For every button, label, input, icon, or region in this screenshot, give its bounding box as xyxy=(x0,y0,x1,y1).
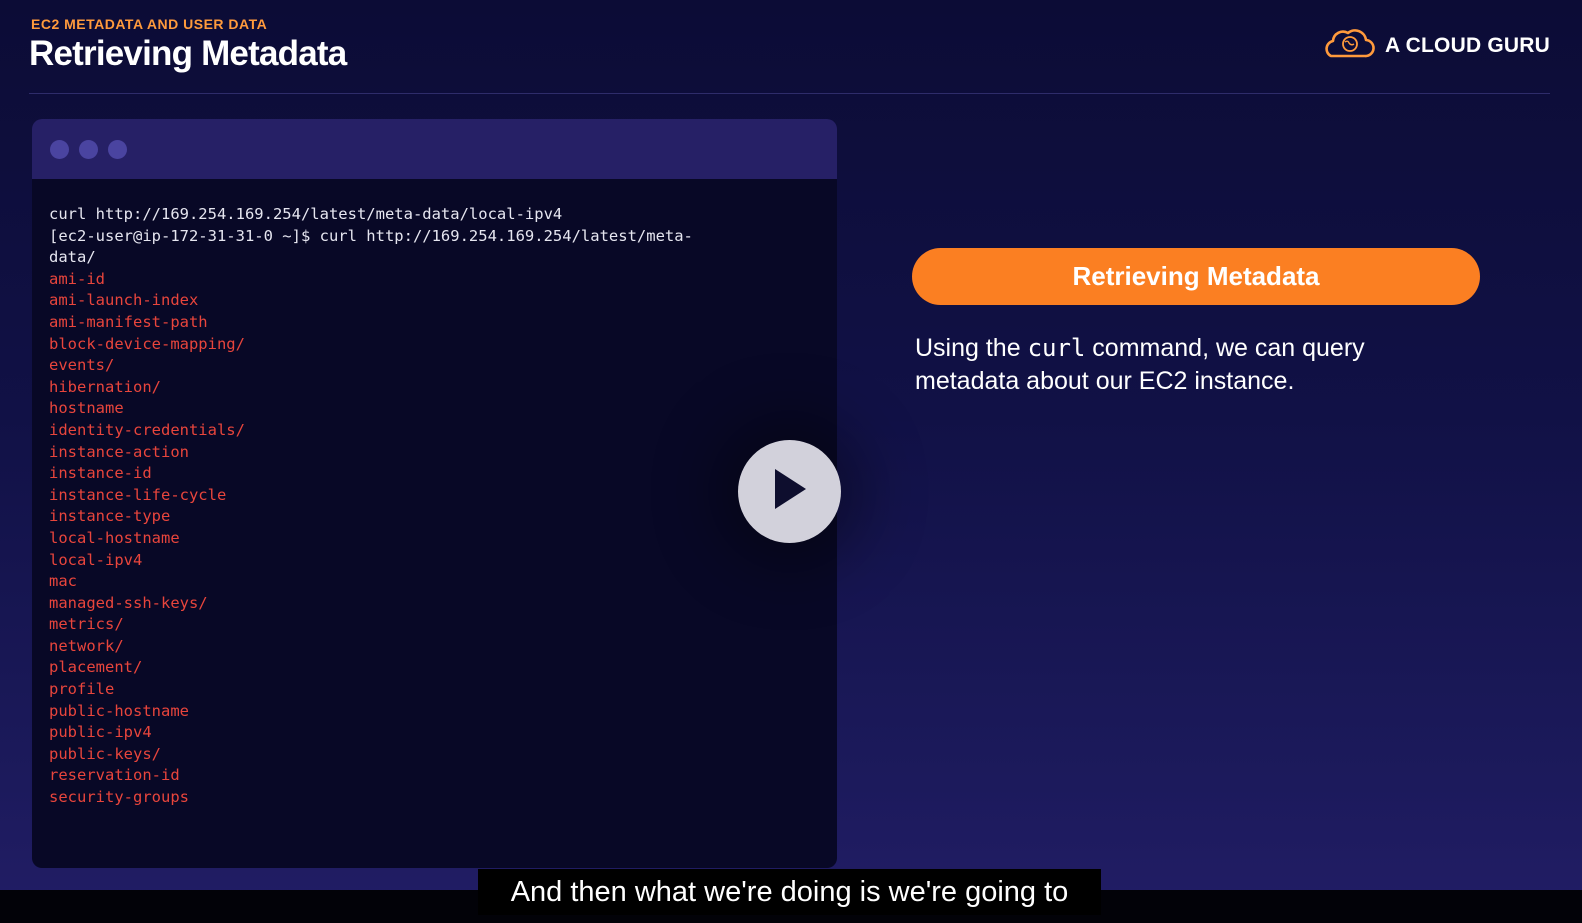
terminal-output-line: instance-type xyxy=(49,507,171,526)
terminal-output-line: network/ xyxy=(49,636,124,655)
section-pill: Retrieving Metadata xyxy=(912,248,1480,305)
cloud-logo-icon xyxy=(1321,26,1375,65)
subtitle-text: And then what we're doing is we're going… xyxy=(510,875,1069,908)
terminal-output-line: hostname xyxy=(49,399,124,418)
terminal-command-line: data/ xyxy=(49,248,96,267)
terminal-output-line: events/ xyxy=(49,356,115,375)
terminal-output-line: security-groups xyxy=(49,788,189,807)
section-pill-label: Retrieving Metadata xyxy=(1072,261,1320,291)
desc-code: curl xyxy=(1027,334,1086,362)
terminal-command-line: [ec2-user@ip-172-31-31-0 ~]$ curl http:/… xyxy=(49,226,693,245)
terminal-output-line: ami-launch-index xyxy=(49,291,199,310)
play-icon xyxy=(771,466,809,517)
terminal-output-line: hibernation/ xyxy=(49,377,161,396)
subtitle-caption: And then what we're doing is we're going… xyxy=(478,869,1101,915)
terminal-window: curl http://169.254.169.254/latest/meta-… xyxy=(32,119,837,868)
window-dot-icon xyxy=(50,139,69,159)
terminal-output-line: public-hostname xyxy=(49,701,189,720)
desc-text-start: Using the xyxy=(915,334,1028,362)
terminal-output-line: local-hostname xyxy=(49,528,180,547)
terminal-output-line: mac xyxy=(49,572,77,591)
terminal-output-line: instance-action xyxy=(49,442,189,461)
terminal-output-line: instance-id xyxy=(49,464,152,483)
play-button[interactable] xyxy=(738,440,841,543)
terminal-output-line: instance-life-cycle xyxy=(49,485,227,504)
terminal-output-line: identity-credentials/ xyxy=(49,420,245,439)
terminal-output-line: ami-manifest-path xyxy=(49,312,208,331)
terminal-command-line: curl http://169.254.169.254/latest/meta-… xyxy=(49,205,563,223)
terminal-output-line: public-ipv4 xyxy=(49,723,152,742)
slide-description: Using the curl command, we can query met… xyxy=(915,332,1455,398)
terminal-output-line: reservation-id xyxy=(49,766,180,785)
terminal-output-line: placement/ xyxy=(49,658,143,677)
page-title: Retrieving Metadata xyxy=(29,34,347,73)
terminal-output-line: ami-id xyxy=(49,269,105,288)
terminal-titlebar xyxy=(32,119,837,179)
terminal-output-line: public-keys/ xyxy=(49,744,161,763)
window-dot-icon xyxy=(108,139,127,159)
terminal-output-line: local-ipv4 xyxy=(49,550,143,569)
terminal-output-line: metrics/ xyxy=(49,615,124,634)
window-dot-icon xyxy=(79,139,98,159)
terminal-output-line: block-device-mapping/ xyxy=(49,334,245,353)
header-divider xyxy=(29,93,1550,94)
lesson-eyebrow: EC2 METADATA AND USER DATA xyxy=(31,16,268,32)
brand-name: A CLOUD GURU xyxy=(1385,33,1550,57)
terminal-body: curl http://169.254.169.254/latest/meta-… xyxy=(32,179,837,809)
terminal-output-line: managed-ssh-keys/ xyxy=(49,593,208,612)
brand-logo: A CLOUD GURU xyxy=(1321,26,1550,65)
terminal-output-line: profile xyxy=(49,680,115,699)
